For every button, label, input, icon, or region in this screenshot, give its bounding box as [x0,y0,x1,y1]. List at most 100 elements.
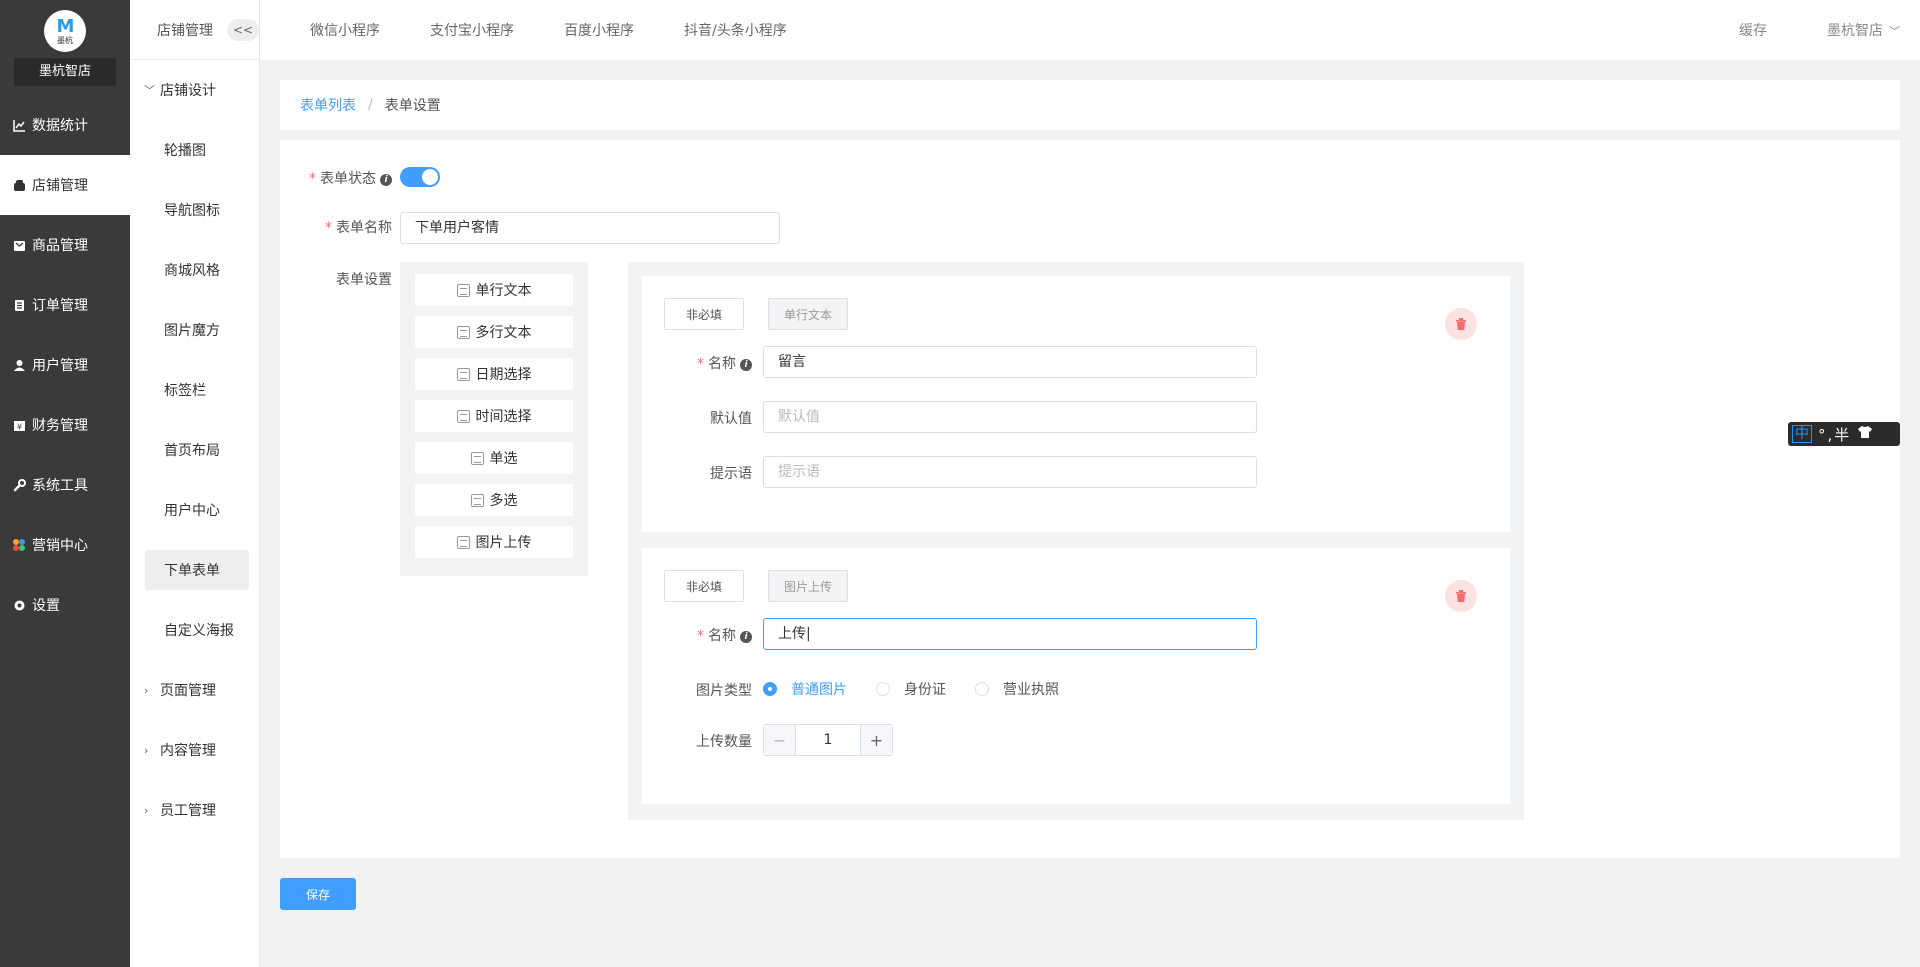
subnav-item-style[interactable]: 商城风格 [130,240,259,300]
nav-item-finance[interactable]: ¥ 财务管理 [0,395,130,455]
breadcrumb-separator: / [368,97,373,113]
palette-radio[interactable]: 单选 [415,442,573,474]
tab-alipay[interactable]: 支付宝小程序 [430,20,514,40]
breadcrumb-link-form-list[interactable]: 表单列表 [300,95,356,115]
tab-wechat[interactable]: 微信小程序 [310,20,380,40]
field-name-input[interactable]: 上传| [763,618,1257,650]
nav-item-orders[interactable]: 订单管理 [0,275,130,335]
chevron-down-icon: ﹀ [1889,25,1900,38]
info-icon: i [740,631,752,643]
field-name-label: * 名称 i [652,625,752,645]
cache-button[interactable]: 缓存 [1739,20,1767,40]
image-icon [456,535,470,549]
sub-sidebar: 店铺管理 << ﹀ 店铺设计 轮播图 导航图标 商城风格 图片魔方 标签栏 首页布… [130,0,260,967]
info-icon: i [380,174,392,186]
palette-checkbox[interactable]: 多选 [415,484,573,516]
radio-dot [763,682,777,696]
goods-icon [12,238,26,252]
subnav-item-home-layout[interactable]: 首页布局 [130,420,259,480]
clock-icon [456,409,470,423]
chart-icon [12,118,26,132]
hint-input[interactable]: 提示语 [763,456,1257,488]
increment-button[interactable]: + [860,725,892,755]
subnav-group-staff[interactable]: › 员工管理 [130,780,259,840]
palette-time[interactable]: 时间选择 [415,400,573,432]
required-toggle-button[interactable]: 非必填 [664,298,744,330]
settings-label: 表单设置 [336,272,392,288]
palette-multi-text[interactable]: 多行文本 [415,316,573,348]
subnav-item-user-center[interactable]: 用户中心 [130,480,259,540]
status-toggle[interactable] [400,167,440,187]
delete-button[interactable] [1445,308,1477,340]
trash-icon [1456,590,1466,602]
radio-normal-image[interactable]: 普通图片 [763,679,847,699]
subnav-group-design[interactable]: ﹀ 店铺设计 [130,60,259,120]
palette-image-upload[interactable]: 图片上传 [415,526,573,558]
subnav-item-tabbar[interactable]: 标签栏 [130,360,259,420]
radio-dot [876,682,890,696]
nav-item-shop[interactable]: 店铺管理 [0,155,130,215]
palette-single-text[interactable]: 单行文本 [415,274,573,306]
required-toggle-button[interactable]: 非必填 [664,570,744,602]
user-icon [12,358,26,372]
main-sidebar: M 墨杭 墨杭智店 数据统计 店铺管理 商品管理 订单管理 用户管理 ¥ 财务管… [0,0,130,967]
finance-icon: ¥ [12,418,26,432]
shop-icon [12,178,26,192]
radio-dot [975,682,989,696]
subnav-item-poster[interactable]: 自定义海报 [130,600,259,660]
brand: M 墨杭 墨杭智店 [0,0,130,95]
info-icon: i [740,359,752,371]
order-icon [12,298,26,312]
nav-item-goods[interactable]: 商品管理 [0,215,130,275]
gear-icon [12,598,26,612]
shop-name: 墨杭智店 [14,58,116,86]
nav-item-stats[interactable]: 数据统计 [0,95,130,155]
shirt-icon [1857,425,1873,443]
breadcrumb-current: 表单设置 [384,98,441,114]
save-button[interactable]: 保存 [280,878,356,910]
radio-id-card[interactable]: 身份证 [876,679,946,699]
form-name-input[interactable]: 下单用户客情 [400,212,780,244]
user-menu[interactable]: 墨杭智店 ﹀ [1797,20,1900,40]
decrement-button[interactable]: − [764,725,796,755]
palette-date[interactable]: 日期选择 [415,358,573,390]
form-card: * 表单状态 i * 表单名称 下单用户客情 表单设置 单行文本 多行文本 日期选择 … [280,140,1900,858]
subnav-item-carousel[interactable]: 轮播图 [130,120,259,180]
top-right: 缓存 墨杭智店 ﹀ [1709,0,1900,60]
nav-item-tools[interactable]: 系统工具 [0,455,130,515]
ime-toolbar[interactable]: 中 °,半 [1788,422,1900,446]
nav-item-settings[interactable]: 设置 [0,575,130,635]
status-label: * 表单状态 i [302,168,392,188]
upload-count-value[interactable]: 1 [796,725,860,755]
collapse-button[interactable]: << [227,18,259,41]
subnav-item-order-form[interactable]: 下单表单 [145,550,249,590]
subnav-item-image-cube[interactable]: 图片魔方 [130,300,259,360]
subnav-group-content[interactable]: › 内容管理 [130,720,259,780]
field-type-tag: 单行文本 [768,298,848,330]
subnav-header: 店铺管理 << [130,0,259,60]
delete-button[interactable] [1445,580,1477,612]
chevron-down-icon: ﹀ [144,84,155,97]
field-name-input[interactable]: 留言 [763,346,1257,378]
subnav-item-nav-icons[interactable]: 导航图标 [130,180,259,240]
trash-icon [1456,318,1466,330]
checkbox-icon [470,493,484,507]
calendar-icon [456,367,470,381]
default-label: 默认值 [710,411,752,427]
subnav-group-pages[interactable]: › 页面管理 [130,660,259,720]
field-list: 非必填 单行文本 * 名称 i 留言 默认值 默认值 提示语 提示语 非必填 图片上… [628,262,1524,820]
svg-text:¥: ¥ [16,422,21,431]
radio-icon [470,451,484,465]
textarea-icon [456,325,470,339]
radio-business-license[interactable]: 营业执照 [975,679,1059,699]
tab-baidu[interactable]: 百度小程序 [564,20,634,40]
upload-count-label: 上传数量 [696,734,752,750]
nav-item-marketing[interactable]: 营销中心 [0,515,130,575]
top-bar: 微信小程序 支付宝小程序 百度小程序 抖音/头条小程序 缓存 墨杭智店 ﹀ [260,0,1920,60]
chevron-right-icon: › [144,803,149,817]
nav-item-users[interactable]: 用户管理 [0,335,130,395]
tab-douyin[interactable]: 抖音/头条小程序 [684,20,787,40]
image-type-label: 图片类型 [696,683,752,699]
default-value-input[interactable]: 默认值 [763,401,1257,433]
chevron-right-icon: › [144,743,149,757]
